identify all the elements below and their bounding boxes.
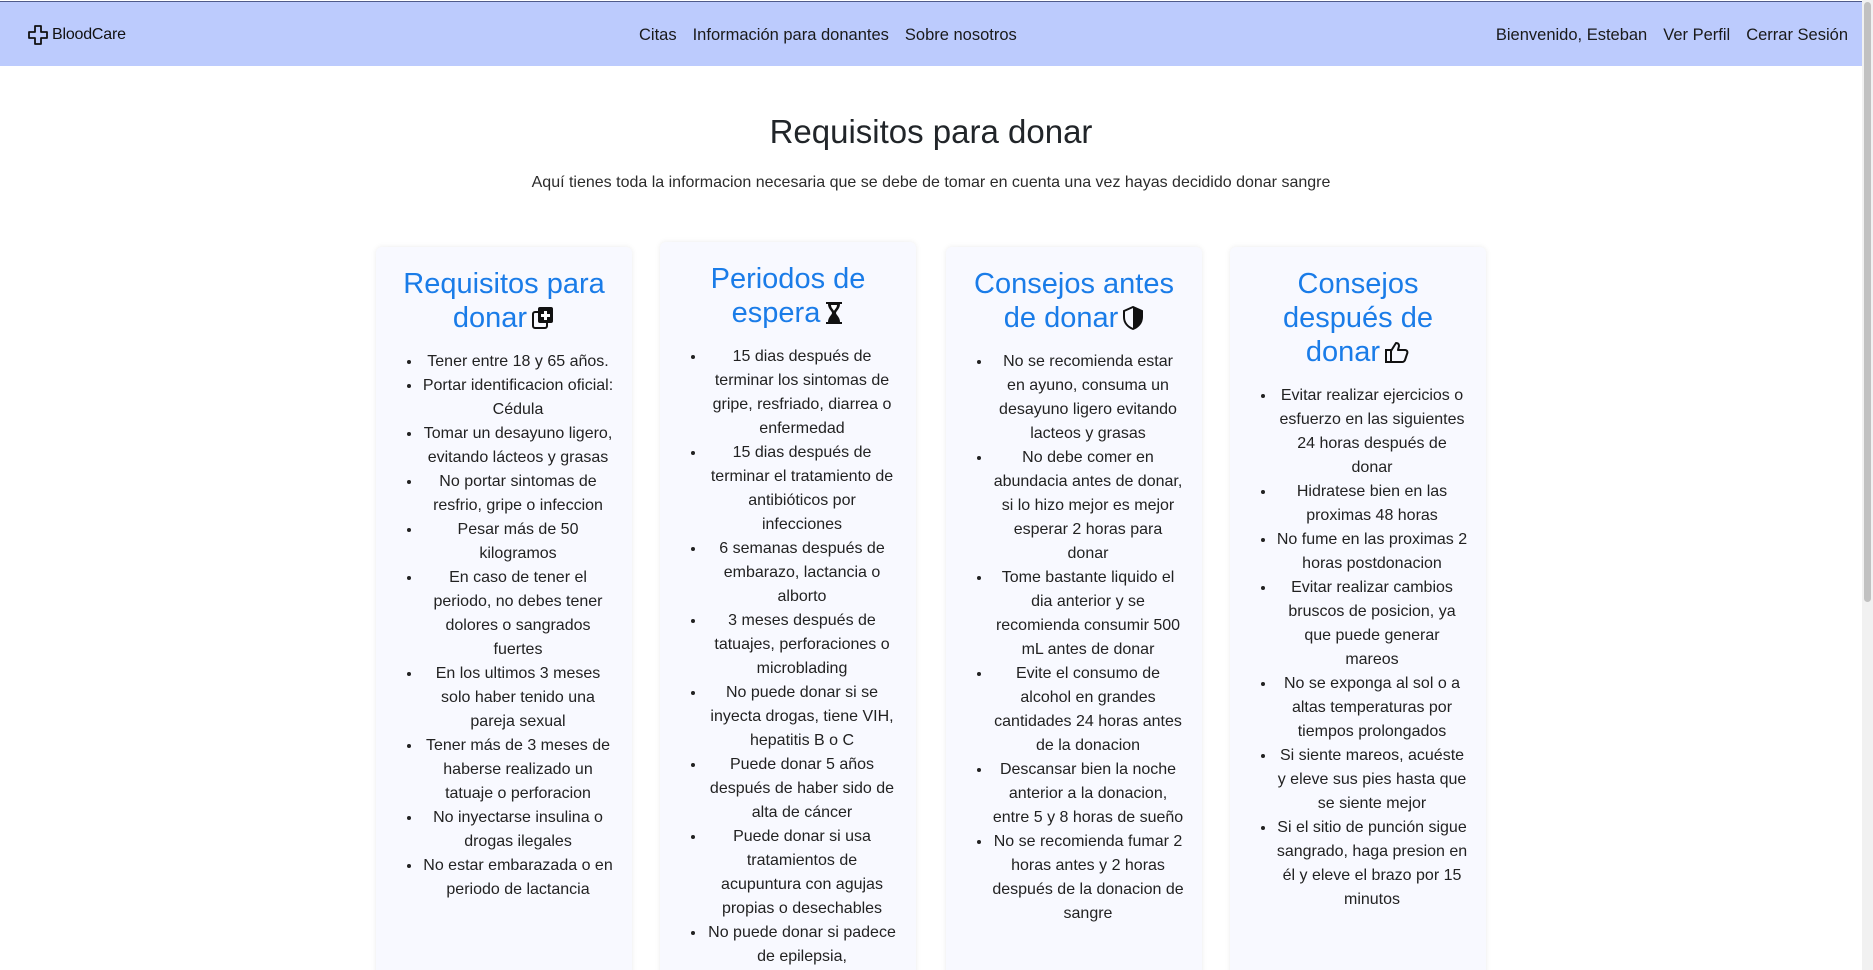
hourglass-icon: [824, 299, 844, 333]
list-item: No fume en las proximas 2 horas postdona…: [1276, 528, 1468, 576]
list-item: 15 dias después de terminar el tratamien…: [706, 441, 898, 537]
list-item: No se recomienda estar en ayuno, consuma…: [992, 350, 1184, 446]
card-title: Periodos de espera: [678, 242, 898, 333]
list-item: No portar sintomas de resfrio, gripe o i…: [422, 470, 614, 518]
card-title-text: Requisitos para donar: [403, 268, 605, 334]
card-title-text: Consejos después de donar: [1283, 268, 1433, 368]
requisitos-list: Tener entre 18 y 65 años. Portar identif…: [394, 350, 614, 902]
list-item: Evite el consumo de alcohol en grandes c…: [992, 662, 1184, 758]
list-item: En los ultimos 3 meses solo haber tenido…: [422, 662, 614, 734]
consejos-despues-list: Evitar realizar ejercicios o esfuerzo en…: [1248, 384, 1468, 912]
list-item: Si siente mareos, acuéste y eleve sus pi…: [1276, 744, 1468, 816]
cross-logo-icon: [28, 25, 48, 45]
list-item: 15 dias después de terminar los sintomas…: [706, 345, 898, 441]
nav-link-informacion-donantes[interactable]: Información para donantes: [693, 24, 889, 46]
scrollbar-thumb[interactable]: [1864, 2, 1871, 602]
nav-link-sobre-nosotros[interactable]: Sobre nosotros: [905, 24, 1017, 46]
page-title: Requisitos para donar: [769, 113, 1093, 150]
card-title: Consejos antes de donar: [964, 247, 1184, 338]
list-item: No se recomienda fumar 2 horas antes y 2…: [992, 830, 1184, 926]
page-scrollbar[interactable]: [1862, 0, 1873, 970]
nav-link-citas[interactable]: Citas: [639, 24, 677, 46]
list-item: Puede donar 5 años después de haber sido…: [706, 753, 898, 825]
shield-icon: [1122, 304, 1144, 338]
medical-copy-icon: [531, 304, 555, 338]
list-item: No inyectarse insulina o drogas ilegales: [422, 806, 614, 854]
page-subtitle: Aquí tienes toda la informacion necesari…: [531, 174, 1331, 191]
thumbs-up-icon: [1384, 338, 1410, 372]
list-item: Evitar realizar cambios bruscos de posic…: [1276, 576, 1468, 672]
viewport: BloodCare Citas Información para donante…: [0, 0, 1873, 970]
periodos-list: 15 dias después de terminar los sintomas…: [678, 345, 898, 969]
list-item: Tener entre 18 y 65 años.: [422, 350, 614, 374]
list-item: No estar embarazada o en periodo de lact…: [422, 854, 614, 902]
list-item: 3 meses después de tatuajes, perforacion…: [706, 609, 898, 681]
brand-name: BloodCare: [52, 26, 126, 43]
card-requisitos: Requisitos para donar Tener entre 18 y 6…: [376, 247, 632, 970]
welcome-text: Bienvenido, Esteban: [1495, 26, 1648, 44]
list-item: No debe comer en abundacia antes de dona…: [992, 446, 1184, 566]
page: BloodCare Citas Información para donante…: [0, 0, 1862, 970]
brand-link[interactable]: BloodCare: [28, 25, 126, 45]
list-item: Si el sitio de punción sigue sangrado, h…: [1276, 816, 1468, 912]
card-title: Consejos después de donar: [1248, 247, 1468, 372]
user-nav: Bienvenido, Esteban Ver Perfil Cerrar Se…: [1496, 24, 1848, 46]
list-item: Pesar más de 50 kilogramos: [422, 518, 614, 566]
list-item: Tomar un desayuno ligero, evitando lácte…: [422, 422, 614, 470]
list-item: En caso de tener el periodo, no debes te…: [422, 566, 614, 662]
list-item: Portar identificacion oficial: Cédula: [422, 374, 614, 422]
view-profile-link[interactable]: Ver Perfil: [1663, 24, 1730, 46]
consejos-antes-list: No se recomienda estar en ayuno, consuma…: [964, 350, 1184, 926]
navbar: BloodCare Citas Información para donante…: [0, 1, 1862, 66]
list-item: Puede donar si usa tratamientos de acupu…: [706, 825, 898, 921]
card-periodos-espera: Periodos de espera 15 dias después de te…: [660, 242, 916, 970]
logout-link[interactable]: Cerrar Sesión: [1746, 24, 1848, 46]
list-item: 6 semanas después de embarazo, lactancia…: [706, 537, 898, 609]
list-item: No se exponga al sol o a altas temperatu…: [1276, 672, 1468, 744]
main-nav: Citas Información para donantes Sobre no…: [639, 24, 1033, 46]
card-title: Requisitos para donar: [394, 247, 614, 338]
list-item: Tener más de 3 meses de haberse realizad…: [422, 734, 614, 806]
list-item: No puede donar si se inyecta drogas, tie…: [706, 681, 898, 753]
list-item: Evitar realizar ejercicios o esfuerzo en…: [1276, 384, 1468, 480]
card-consejos-despues: Consejos después de donar Evitar realiza…: [1230, 247, 1486, 970]
list-item: Descansar bien la noche anterior a la do…: [992, 758, 1184, 830]
list-item: No puede donar si padece de epilepsia,: [706, 921, 898, 969]
card-consejos-antes: Consejos antes de donar No se recomienda…: [946, 247, 1202, 970]
list-item: Hidratese bien en las proximas 48 horas: [1276, 480, 1468, 528]
list-item: Tome bastante liquido el dia anterior y …: [992, 566, 1184, 662]
